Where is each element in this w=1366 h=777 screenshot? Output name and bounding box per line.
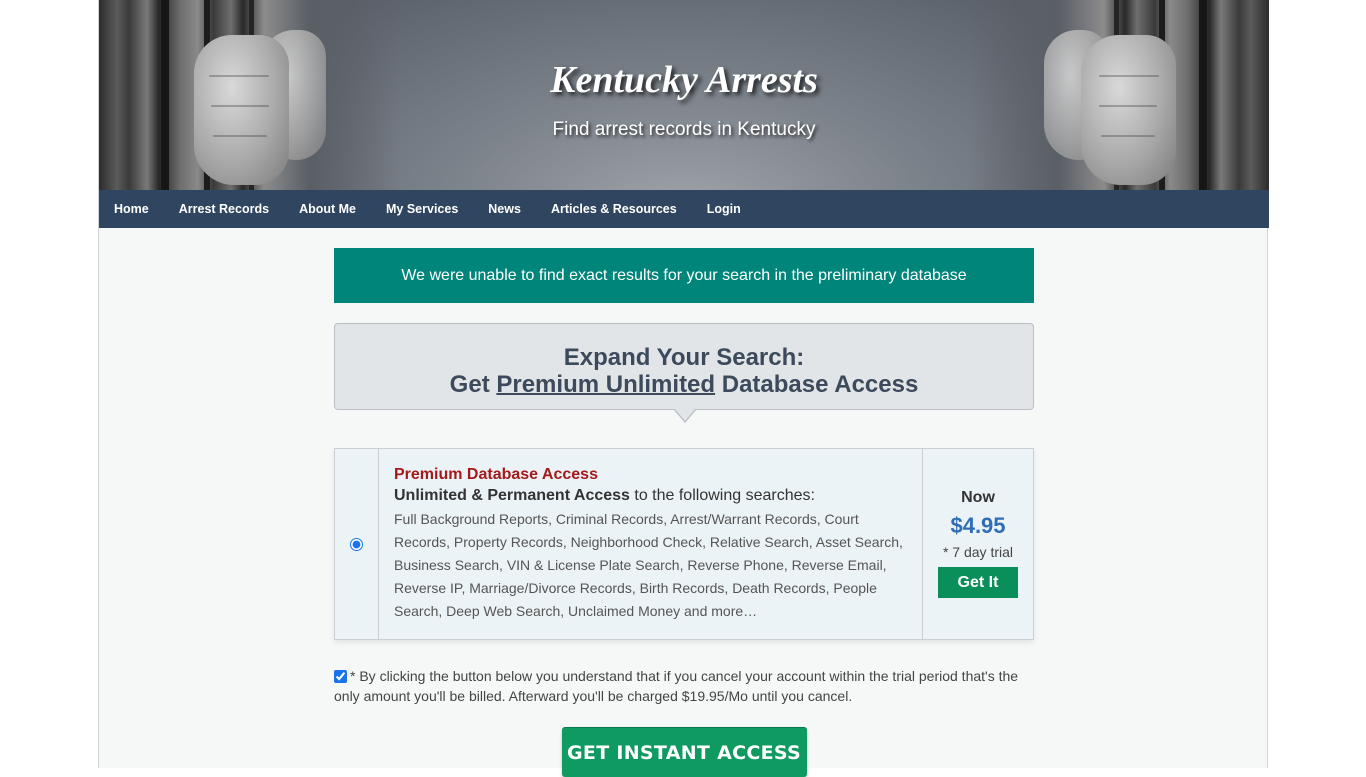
terms-agreement: * By clicking the button below you under…: [334, 666, 1034, 706]
nav-arrest-records[interactable]: Arrest Records: [179, 202, 269, 216]
trial-note: * 7 day trial: [942, 544, 1014, 560]
nav-news[interactable]: News: [488, 202, 521, 216]
page-container: Kentucky Arrests Find arrest records in …: [98, 0, 1269, 777]
site-subtitle: Find arrest records in Kentucky: [552, 119, 816, 140]
offer-price: $4.95: [950, 513, 1006, 538]
main-nav: Home Arrest Records About Me My Services…: [99, 190, 1269, 228]
no-results-alert: We were unable to find exact results for…: [334, 248, 1034, 303]
nav-home[interactable]: Home: [114, 202, 149, 216]
premium-plan-radio[interactable]: [350, 537, 363, 551]
nav-my-services[interactable]: My Services: [386, 202, 458, 216]
get-it-button[interactable]: Get It: [938, 567, 1018, 598]
header-banner: Kentucky Arrests Find arrest records in …: [99, 0, 1269, 190]
nav-login[interactable]: Login: [707, 202, 741, 216]
offer-radio-cell: [335, 449, 379, 639]
offer-lead: Unlimited & Permanent Access to the foll…: [394, 487, 815, 504]
offer-title: Premium Database Access: [394, 466, 598, 483]
terms-checkbox[interactable]: [334, 670, 347, 683]
offer-price-cell: Now $4.95 * 7 day trial Get It: [923, 449, 1033, 639]
offer-description: Premium Database Access Unlimited & Perm…: [379, 449, 923, 639]
nav-about-me[interactable]: About Me: [299, 202, 356, 216]
get-instant-access-button[interactable]: GET INSTANT ACCESS: [561, 727, 807, 777]
expand-search-callout: Expand Your Search: Get Premium Unlimite…: [334, 323, 1034, 423]
offer-search-list: Full Background Reports, Criminal Record…: [394, 511, 903, 619]
callout-arrow: [674, 409, 696, 423]
terms-text: * By clicking the button below you under…: [334, 668, 1019, 704]
premium-unlimited-link[interactable]: Premium Unlimited: [496, 371, 715, 398]
expand-heading-line2: Get Premium Unlimited Database Access: [449, 371, 919, 398]
alert-message: We were unable to find exact results for…: [401, 266, 967, 284]
expand-heading-line1: Expand Your Search:: [563, 344, 805, 371]
site-title: Kentucky Arrests: [550, 59, 818, 101]
main-content: We were unable to find exact results for…: [334, 248, 1034, 777]
premium-offer-card: Premium Database Access Unlimited & Perm…: [334, 448, 1034, 640]
now-label: Now: [961, 489, 995, 506]
nav-articles-resources[interactable]: Articles & Resources: [551, 202, 677, 216]
